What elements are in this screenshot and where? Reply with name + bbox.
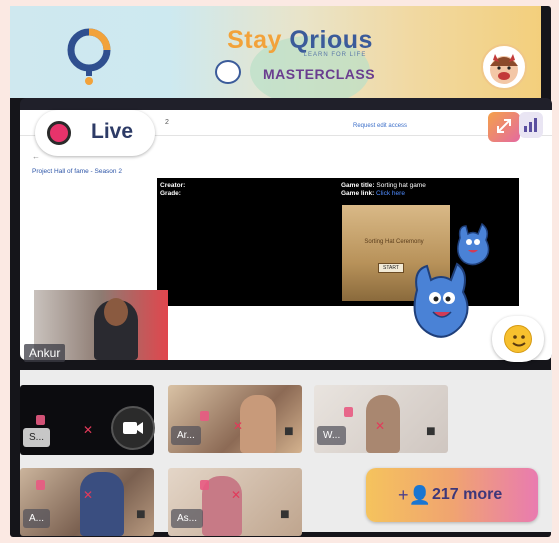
- participant-name: As...: [171, 509, 204, 528]
- sidebar-project-link[interactable]: Project Hall of fame - Season 2: [32, 168, 122, 175]
- expand-icon[interactable]: [488, 112, 520, 142]
- game-link-label: Game link:: [341, 190, 375, 197]
- mascot-small-sticker: [457, 222, 490, 266]
- mascot-sticker: [413, 262, 469, 338]
- participant-tile[interactable]: ✕ ■ Ar...: [168, 385, 302, 453]
- header-banner: Stay Qrious LEARN FOR LIFE MASTERCLASS: [10, 6, 541, 106]
- masterclass-badge: MASTERCLASS: [215, 58, 395, 88]
- toolbar-number: 2: [165, 119, 169, 126]
- lock-icon: [36, 415, 45, 425]
- mic-off-icon: ✕: [374, 419, 386, 433]
- mic-off-icon: ✕: [230, 488, 242, 502]
- lock-icon: [200, 411, 209, 421]
- participant-name: S...: [23, 428, 51, 447]
- host-head: [104, 298, 128, 326]
- mic-off-icon: ✕: [82, 488, 94, 502]
- game-link[interactable]: Click here: [376, 190, 405, 197]
- castle-start: START: [378, 263, 404, 273]
- participant-tile[interactable]: ✕ ■ As...: [168, 468, 302, 536]
- mic-off-icon: ✕: [82, 423, 94, 437]
- avatar-icon[interactable]: [481, 44, 527, 90]
- lock-icon: [200, 480, 209, 490]
- emoji-reaction-button[interactable]: [492, 316, 544, 362]
- masterclass-label: MASTERCLASS: [263, 66, 376, 82]
- question-logo-icon: [67, 28, 111, 85]
- game-title-value: Sorting hat game: [376, 182, 426, 189]
- participant-person: [80, 472, 124, 536]
- host-name-tag: Ankur: [24, 344, 66, 362]
- participant-name: Ar...: [171, 426, 201, 445]
- grade-label: Grade:: [160, 190, 181, 197]
- creator-label: Creator:: [160, 182, 186, 189]
- lock-icon: [344, 407, 353, 417]
- more-participants-label: 217 more: [432, 486, 503, 503]
- back-arrow-icon[interactable]: ←: [32, 152, 40, 161]
- live-label: Live: [91, 120, 134, 143]
- participant-tile[interactable]: ✕ ■ A...: [20, 468, 154, 536]
- camera-icon: ■: [426, 423, 436, 440]
- castle-title: Sorting Hat Ceremony: [364, 239, 424, 245]
- brand-part1: Stay: [227, 26, 282, 54]
- participant-person: [240, 395, 276, 453]
- request-edit-link[interactable]: Request edit access: [353, 123, 407, 129]
- add-people-icon: +👤: [398, 485, 431, 505]
- mic-off-icon: ✕: [232, 419, 244, 433]
- brand-part2: Qrious: [289, 26, 373, 54]
- masterclass-icon: [215, 60, 241, 84]
- participant-name: A...: [23, 509, 51, 528]
- live-indicator: Live: [35, 110, 155, 156]
- camera-icon: ■: [136, 506, 146, 523]
- more-participants-button[interactable]: +👤 217 more: [366, 468, 538, 522]
- participant-name: W...: [317, 426, 347, 445]
- lock-icon: [36, 480, 45, 490]
- camera-icon[interactable]: [111, 406, 155, 450]
- emoji-icon: [504, 325, 532, 353]
- brand-logo: Stay Qrious LEARN FOR LIFE: [215, 26, 385, 58]
- live-dot-icon: [47, 121, 71, 145]
- game-title-label: Game title:: [341, 182, 375, 189]
- participant-tile[interactable]: ✕ ■ W...: [314, 385, 448, 453]
- camera-icon: ■: [284, 423, 294, 440]
- camera-icon: ■: [280, 506, 290, 523]
- signal-icon[interactable]: [519, 112, 543, 138]
